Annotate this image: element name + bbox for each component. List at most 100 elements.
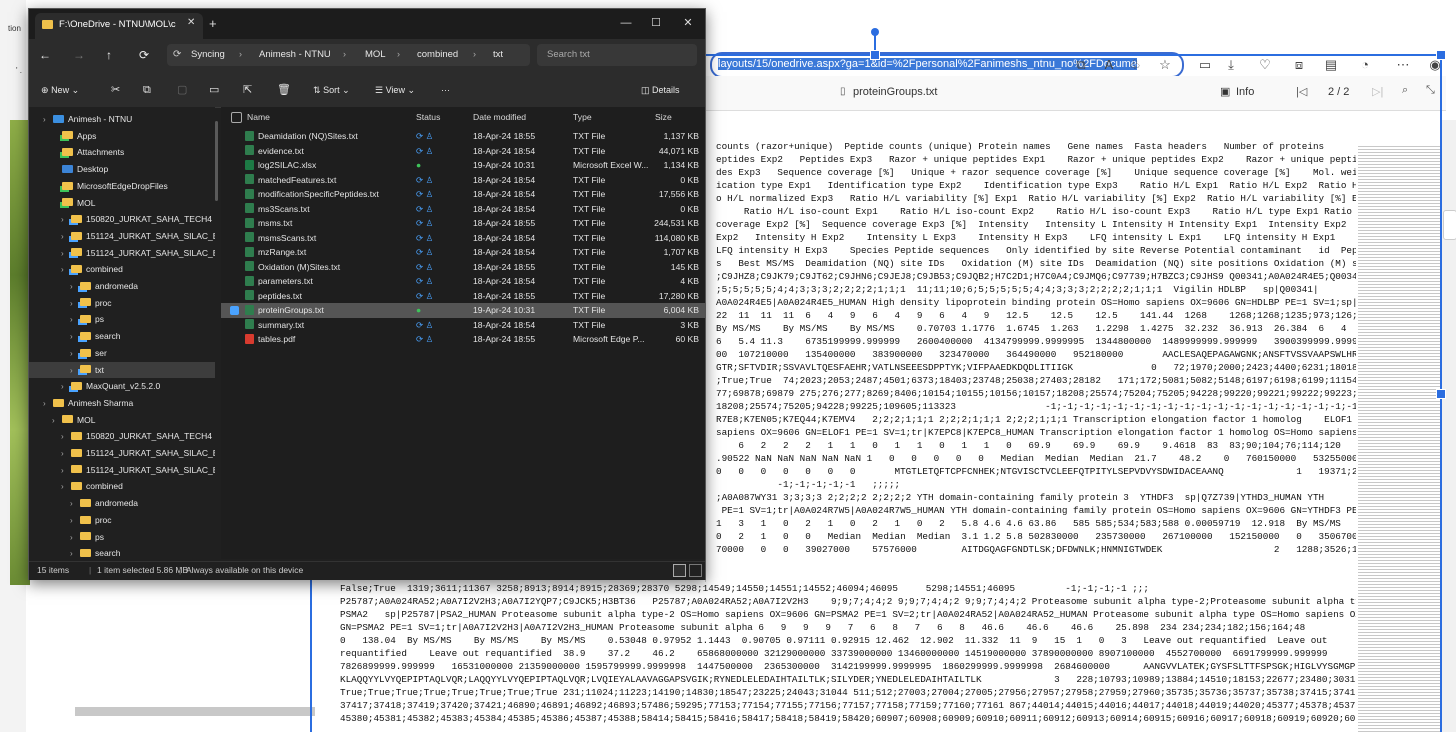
chevron-right-icon[interactable]: › <box>61 246 71 262</box>
nav-item[interactable]: MOL <box>29 195 215 211</box>
chevron-right-icon[interactable]: › <box>70 312 80 328</box>
nav-item[interactable]: MicrosoftEdgeDropFiles <box>29 178 215 194</box>
file-row[interactable]: tables.pdf ⟳ ♙ 18-Apr-24 18:55 Microsoft Ed… <box>221 332 705 347</box>
chevron-right-icon[interactable]: › <box>61 429 71 445</box>
close-tab-icon[interactable]: ✕ <box>187 17 195 28</box>
nav-item[interactable]: › 150820_JURKAT_SAHA_TECH4 <box>29 211 215 227</box>
nav-item[interactable]: Attachments <box>29 144 215 160</box>
chevron-right-icon[interactable]: › <box>61 229 71 245</box>
heart-icon[interactable]: ♡ <box>1256 56 1274 74</box>
file-row[interactable]: parameters.txt ⟳ ♙ 18-Apr-24 18:54 TXT File… <box>221 274 705 289</box>
nav-item[interactable]: › combined <box>29 478 215 494</box>
search-icon[interactable]: ⌕ <box>1402 84 1408 97</box>
nav-item[interactable]: › Animesh - NTNU <box>29 111 215 127</box>
delete-icon[interactable]: 🗑 <box>277 82 291 98</box>
nav-item[interactable]: › proc <box>29 512 215 528</box>
search-box[interactable]: Search txt <box>537 44 697 66</box>
resize-handle[interactable] <box>1436 50 1446 60</box>
file-row[interactable]: log2SILAC.xlsx ● 19-Apr-24 10:31 Microsoft … <box>221 158 705 173</box>
nav-item[interactable]: › ps <box>29 311 215 327</box>
file-row[interactable]: modificationSpecificPeptides.txt ⟳ ♙ 18-Ap… <box>221 187 705 202</box>
more-options-icon[interactable]: ⋯ <box>1394 56 1412 74</box>
file-row[interactable]: Deamidation (NQ)Sites.txt ⟳ ♙ 18-Apr-24 18… <box>221 129 705 144</box>
forward-arrow-icon[interactable]: → <box>73 48 85 62</box>
file-row[interactable]: proteinGroups.txt ● 19-Apr-24 10:31 TXT Fil… <box>221 303 705 318</box>
nav-item[interactable]: › proc <box>29 295 215 311</box>
close-icon[interactable]: ✕ <box>675 14 701 32</box>
nav-item[interactable]: › 151124_JURKAT_SAHA_SILAC_Biol3_t <box>29 245 215 261</box>
nav-item[interactable]: › MaxQuant_v2.5.2.0 <box>29 378 215 394</box>
more-options-button[interactable]: ··· <box>441 82 450 98</box>
download-icon[interactable]: ⤓ <box>1222 56 1240 74</box>
copy-icon[interactable]: ⧉ <box>143 82 151 98</box>
file-row[interactable]: msms.txt ⟳ ♙ 18-Apr-24 18:55 TXT File 244,53… <box>221 216 705 231</box>
nav-item[interactable]: › MOL <box>29 412 215 428</box>
details-button[interactable]: ◫ Details <box>641 82 680 98</box>
column-header-type[interactable]: Type <box>573 107 592 127</box>
chevron-right-icon[interactable]: › <box>70 329 80 345</box>
column-header-name[interactable]: Name <box>247 107 270 127</box>
up-arrow-icon[interactable]: ↑ <box>106 48 112 62</box>
nav-item[interactable]: › 150820_JURKAT_SAHA_TECH4 <box>29 428 215 444</box>
vertical-scrollbar[interactable] <box>1440 120 1456 732</box>
info-icon[interactable]: ▣ <box>1220 85 1230 98</box>
chevron-right-icon[interactable]: › <box>70 346 80 362</box>
file-row[interactable]: summary.txt ⟳ ♙ 18-Apr-24 18:54 TXT File 3 K… <box>221 318 705 333</box>
chevron-right-icon[interactable]: › <box>52 413 62 429</box>
nav-item[interactable]: › combined <box>29 261 215 277</box>
chevron-right-icon[interactable]: › <box>70 363 80 379</box>
chevron-right-icon[interactable]: › <box>43 112 53 128</box>
chevron-right-icon[interactable]: › <box>70 496 80 512</box>
chevron-right-icon[interactable]: › <box>61 262 71 278</box>
breadcrumb-item[interactable]: Syncing <box>191 49 225 60</box>
file-row[interactable]: peptides.txt ⟳ ♙ 18-Apr-24 18:55 TXT File 17… <box>221 289 705 304</box>
chevron-right-icon[interactable]: › <box>70 513 80 529</box>
refresh-icon[interactable]: ⟳ <box>139 48 149 62</box>
chevron-right-icon[interactable]: › <box>61 479 71 495</box>
favorite-star-icon[interactable]: ☆ <box>1156 56 1174 74</box>
breadcrumb-item[interactable]: txt <box>493 49 503 60</box>
chevron-right-icon[interactable]: › <box>43 396 53 412</box>
nav-item[interactable]: › 151124_JURKAT_SAHA_SILAC_Biol2_t <box>29 445 215 461</box>
info-button[interactable]: Info <box>1236 86 1254 98</box>
file-row[interactable]: evidence.txt ⟳ ♙ 18-Apr-24 18:54 TXT File 44… <box>221 144 705 159</box>
rotate-handle[interactable] <box>871 28 879 36</box>
back-arrow-icon[interactable]: ← <box>39 48 51 62</box>
chevron-right-icon[interactable]: › <box>61 463 71 479</box>
nav-item[interactable]: › andromeda <box>29 495 215 511</box>
minimize-icon[interactable]: — <box>613 14 639 32</box>
nav-item[interactable]: › search <box>29 545 215 559</box>
column-header-date[interactable]: Date modified <box>473 107 526 127</box>
copilot-icon[interactable]: ◔ <box>1356 56 1374 74</box>
breadcrumb-item[interactable]: Animesh - NTNU <box>259 49 331 60</box>
first-page-icon[interactable]: |◁ <box>1296 85 1307 98</box>
new-tab-button[interactable]: + <box>209 16 217 31</box>
paste-icon[interactable]: ▢ <box>177 82 187 98</box>
select-all-checkbox[interactable] <box>231 112 242 123</box>
nav-item[interactable]: Desktop <box>29 161 215 177</box>
chevron-right-icon[interactable]: › <box>61 212 71 228</box>
tiles-view-icon[interactable] <box>689 564 702 577</box>
breadcrumb[interactable]: ⟳ Syncing › Animesh - NTNU › MOL › combi… <box>167 44 530 66</box>
breadcrumb-item[interactable]: MOL <box>365 49 386 60</box>
split-screen-icon[interactable]: ▭ <box>1196 56 1214 74</box>
search-input[interactable]: Search txt <box>547 49 590 60</box>
nav-pane-scrollbar[interactable] <box>215 121 218 201</box>
details-view-icon[interactable] <box>673 564 686 577</box>
nav-item[interactable]: › ps <box>29 529 215 545</box>
sidebar-icon[interactable]: ▤ <box>1322 56 1340 74</box>
collections-icon[interactable]: ⧈ <box>1290 56 1308 74</box>
resize-handle[interactable] <box>870 50 880 60</box>
breadcrumb-item[interactable]: combined <box>417 49 458 60</box>
chevron-right-icon[interactable]: › <box>70 279 80 295</box>
reader-icon[interactable]: ⧉ <box>1072 56 1090 74</box>
nav-item[interactable]: › ser <box>29 345 215 361</box>
resize-handle[interactable] <box>1436 389 1446 399</box>
maximize-icon[interactable]: ☐ <box>643 14 669 32</box>
last-page-icon[interactable]: ▷| <box>1372 85 1383 98</box>
side-panel-icon[interactable] <box>1443 210 1456 240</box>
file-row[interactable]: Oxidation (M)Sites.txt ⟳ ♙ 18-Apr-24 18:55… <box>221 260 705 275</box>
view-button[interactable]: ☰ View ⌄ <box>375 82 415 98</box>
chevron-right-icon[interactable]: › <box>70 296 80 312</box>
nav-item[interactable]: › 151124_JURKAT_SAHA_SILAC_Biol2_t <box>29 228 215 244</box>
